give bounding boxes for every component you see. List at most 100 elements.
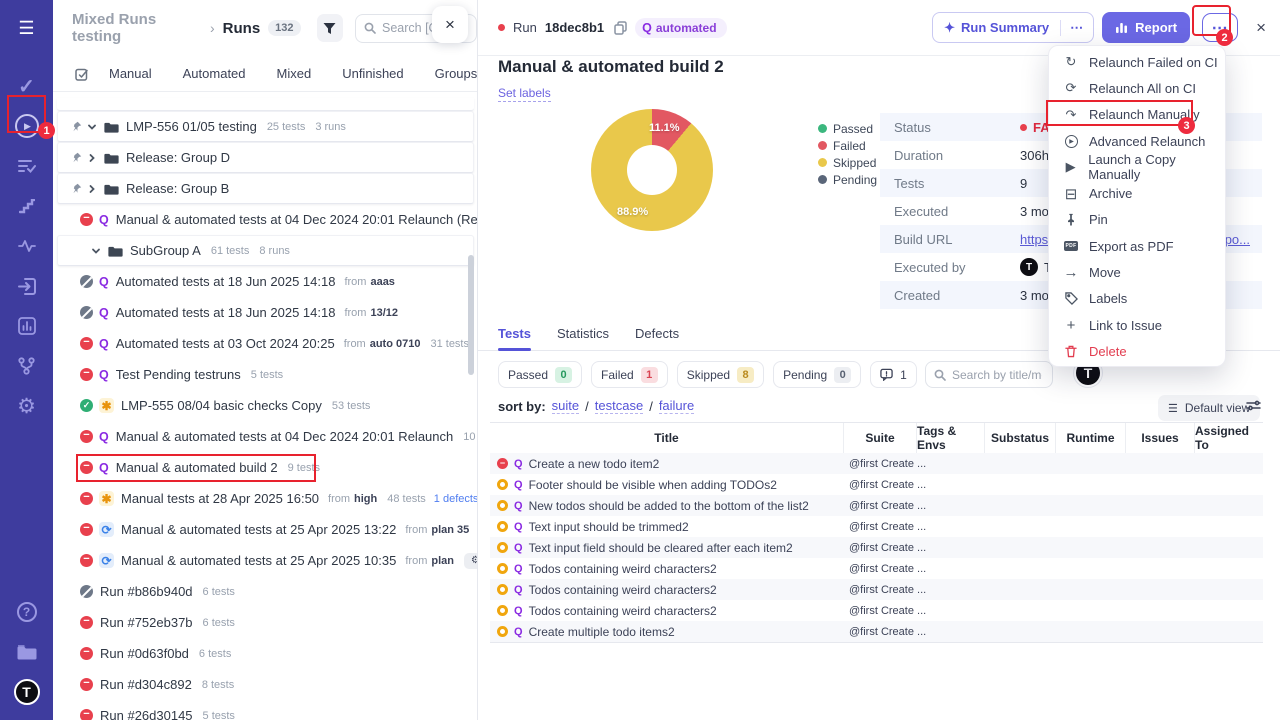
tab-mixed[interactable]: Mixed xyxy=(277,66,312,81)
test-row[interactable]: QText input field should be cleared afte… xyxy=(490,537,1263,558)
group-row[interactable]: Release: Group B xyxy=(57,173,474,204)
filter-button[interactable] xyxy=(317,14,343,42)
sidebar-item-pulse[interactable] xyxy=(0,226,53,266)
filter-comments[interactable]: 1 xyxy=(870,361,917,388)
view-settings-icon[interactable] xyxy=(1246,399,1261,412)
run-row[interactable]: Q Automated tests at 03 Oct 2024 20:25 f… xyxy=(53,328,478,359)
test-row[interactable]: QTodos containing weird characters2 @fir… xyxy=(490,579,1263,600)
build-url-link-end[interactable]: po... xyxy=(1225,232,1250,247)
close-detail-button[interactable]: × xyxy=(1256,18,1266,38)
sidebar-item-branches[interactable] xyxy=(0,346,53,386)
filter-skipped[interactable]: Skipped8 xyxy=(677,361,764,388)
donut-chart: 11.1% 88.9% xyxy=(591,109,713,231)
help-button[interactable]: ? xyxy=(0,592,53,632)
tab-manual[interactable]: Manual xyxy=(109,66,152,81)
run-row[interactable]: Q Automated tests at 18 Jun 2025 14:18 f… xyxy=(53,266,478,297)
run-row[interactable]: ⟳ Manual & automated tests at 25 Apr 202… xyxy=(53,545,478,576)
run-row[interactable]: ✱ LMP-555 08/04 basic checks Copy 53 tes… xyxy=(53,390,478,421)
run-row[interactable]: Run #0d63f0bd 6 tests xyxy=(53,638,478,669)
run-row[interactable]: Run #b86b940d 6 tests xyxy=(53,576,478,607)
sort-by-testcase[interactable]: testcase xyxy=(595,398,643,414)
close-panel-button[interactable]: × xyxy=(432,6,468,43)
copy-icon[interactable] xyxy=(614,21,627,35)
tab-groups[interactable]: Groups xyxy=(435,66,478,81)
run-row[interactable]: Q Test Pending testruns 5 tests xyxy=(53,359,478,390)
run-row-selected[interactable]: Q Manual & automated build 2 9 tests xyxy=(53,452,478,483)
test-row[interactable]: QCreate a new todo item2 @first Create .… xyxy=(490,453,1263,474)
scrollbar-thumb[interactable] xyxy=(468,255,474,375)
menu-item-relaunch-all-ci[interactable]: ⟳Relaunch All on CI xyxy=(1049,75,1225,101)
run-row[interactable]: Q Automated tests at 18 Jun 2025 14:18 f… xyxy=(53,297,478,328)
sidebar-item-tests[interactable]: ✓ xyxy=(0,66,53,106)
test-row[interactable]: QText input should be trimmed2 @first Cr… xyxy=(490,516,1263,537)
tests-search-input[interactable] xyxy=(952,368,1042,382)
chevron-right-icon[interactable] xyxy=(87,153,97,163)
menu-item-link-to-issue[interactable]: +Link to Issue xyxy=(1049,312,1225,338)
chevron-down-icon[interactable] xyxy=(87,122,97,132)
test-row[interactable]: QFooter should be visible when adding TO… xyxy=(490,474,1263,495)
col-tags-envs[interactable]: Tags & Envs xyxy=(917,423,985,453)
col-assigned-to[interactable]: Assigned To xyxy=(1195,423,1263,453)
workspace-logo[interactable]: T xyxy=(0,672,53,712)
run-row[interactable]: ✱ Manual tests at 28 Apr 2025 16:50 from… xyxy=(53,483,478,514)
sort-by-failure[interactable]: failure xyxy=(659,398,694,414)
run-summary-more-button[interactable]: ⋯ xyxy=(1060,20,1093,36)
tests-search[interactable] xyxy=(925,361,1053,388)
group-row[interactable]: Release: Group D xyxy=(57,142,474,173)
run-row[interactable]: Run #26d30145 5 tests xyxy=(53,700,478,720)
menu-item-export-pdf[interactable]: PDFExport as PDF xyxy=(1049,233,1225,259)
col-runtime[interactable]: Runtime xyxy=(1056,423,1126,453)
run-row[interactable]: Run #752eb37b 6 tests xyxy=(53,607,478,638)
sidebar-item-milestones[interactable] xyxy=(0,186,53,226)
from-value: high xyxy=(354,493,377,505)
sidebar-item-settings[interactable]: ⚙ xyxy=(0,386,53,426)
col-substatus[interactable]: Substatus xyxy=(985,423,1056,453)
tab-unfinished[interactable]: Unfinished xyxy=(342,66,403,81)
run-row[interactable]: Q Manual & automated tests at 04 Dec 202… xyxy=(53,204,478,235)
menu-item-labels[interactable]: Labels xyxy=(1049,286,1225,312)
tab-tests[interactable]: Tests xyxy=(498,326,531,341)
menu-item-delete[interactable]: Delete xyxy=(1049,338,1225,364)
col-title[interactable]: Title xyxy=(490,423,844,453)
menu-item-archive[interactable]: ⊟Archive xyxy=(1049,180,1225,206)
group-row[interactable]: SubGroup A 61 tests 8 runs xyxy=(57,235,474,266)
run-row[interactable]: Run #d304c892 8 tests xyxy=(53,669,478,700)
menu-item-advanced-relaunch[interactable]: ▶Advanced Relaunch xyxy=(1049,128,1225,154)
sidebar-item-plans[interactable] xyxy=(0,146,53,186)
test-row[interactable]: QTodos containing weird characters2 @fir… xyxy=(490,600,1263,621)
select-runs-icon[interactable] xyxy=(75,67,89,81)
defects-link[interactable]: 1 defects xyxy=(434,493,478,505)
run-row[interactable]: ⟳ Manual & automated tests at 25 Apr 202… xyxy=(53,514,478,545)
test-row[interactable]: QCreate multiple todo items2 @first Crea… xyxy=(490,621,1263,642)
filter-pending[interactable]: Pending0 xyxy=(773,361,861,388)
chevron-down-icon[interactable] xyxy=(91,246,101,256)
breadcrumb-project[interactable]: Mixed Runs testing xyxy=(72,11,202,45)
report-button[interactable]: Report xyxy=(1102,12,1190,43)
test-row[interactable]: QNew todos should be added to the bottom… xyxy=(490,495,1263,516)
projects-button[interactable] xyxy=(0,632,53,672)
failed-dot-icon xyxy=(1020,124,1027,131)
menu-item-relaunch-manually[interactable]: ↷Relaunch Manually xyxy=(1049,102,1225,128)
sidebar-item-import[interactable] xyxy=(0,266,53,306)
tab-statistics[interactable]: Statistics xyxy=(557,326,609,341)
filter-passed[interactable]: Passed0 xyxy=(498,361,582,388)
filter-failed[interactable]: Failed1 xyxy=(591,361,668,388)
chevron-right-icon[interactable] xyxy=(87,184,97,194)
menu-item-launch-copy[interactable]: ▶Launch a Copy Manually xyxy=(1049,154,1225,180)
menu-item-relaunch-failed-ci[interactable]: ↻Relaunch Failed on CI xyxy=(1049,49,1225,75)
menu-item-move[interactable]: →Move xyxy=(1049,259,1225,285)
sidebar-item-analytics[interactable] xyxy=(0,306,53,346)
group-row[interactable]: LMP-556 01/05 testing 25 tests 3 runs xyxy=(57,111,474,142)
col-issues[interactable]: Issues xyxy=(1126,423,1195,453)
tab-automated[interactable]: Automated xyxy=(183,66,246,81)
tab-defects[interactable]: Defects xyxy=(635,326,679,341)
test-row[interactable]: QTodos containing weird characters2 @fir… xyxy=(490,558,1263,579)
default-view-button[interactable]: ☰ Default view xyxy=(1158,395,1260,421)
menu-hamburger-icon[interactable]: ☰ xyxy=(0,8,53,48)
menu-item-pin[interactable]: Pin xyxy=(1049,207,1225,233)
col-suite[interactable]: Suite xyxy=(844,423,917,453)
run-summary-button[interactable]: ✦Run Summary ⋯ xyxy=(932,12,1094,43)
run-row[interactable]: Q Manual & automated tests at 04 Dec 202… xyxy=(53,421,478,452)
set-labels-link[interactable]: Set labels xyxy=(498,86,551,102)
sort-by-suite[interactable]: suite xyxy=(552,398,579,414)
